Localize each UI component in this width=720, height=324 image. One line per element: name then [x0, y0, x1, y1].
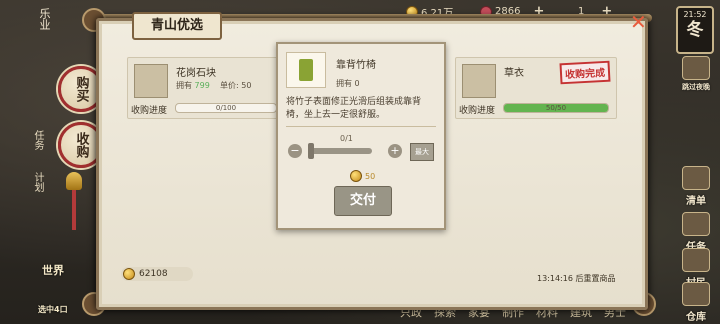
- bell-icon: [66, 172, 82, 190]
- nav-label: 清单: [686, 196, 706, 207]
- season-clock[interactable]: 21:52 冬: [676, 6, 714, 54]
- popup-item-name: 靠背竹椅: [336, 60, 376, 71]
- right-nav-item[interactable]: 仓库: [678, 282, 714, 323]
- plan-label[interactable]: 计划: [30, 172, 45, 192]
- grass-coat-icon: [462, 64, 496, 98]
- item-name: 草衣: [504, 68, 524, 79]
- left-sidebar: 乐业 购买 收购 任务 计划 世界 选中4口: [0, 0, 104, 324]
- completed-stamp: 收购完成: [559, 60, 611, 85]
- close-button[interactable]: ✕: [630, 10, 647, 34]
- coin-icon: [123, 268, 135, 280]
- quantity-label: 0/1: [340, 134, 353, 143]
- nav-icon: [682, 212, 710, 236]
- popup-owned: 拥有 0: [336, 79, 360, 88]
- coin-icon: [350, 170, 362, 182]
- progress-label: 收购进度: [131, 106, 168, 116]
- world-button[interactable]: 世界: [42, 262, 64, 278]
- right-nav-item[interactable]: 清单: [678, 166, 714, 207]
- nav-label: 仓库: [686, 312, 706, 323]
- granite-block-icon: [134, 64, 168, 98]
- item-meta: 拥有 799 单价: 50: [176, 81, 252, 90]
- nav-icon: [682, 282, 710, 306]
- bamboo-chair-icon: [299, 59, 313, 81]
- nav-icon: [682, 166, 710, 190]
- clock-time: 21:52: [683, 10, 707, 19]
- increase-button[interactable]: +: [388, 144, 402, 158]
- nav-icon: [682, 248, 710, 272]
- left-badge: 乐业: [38, 8, 51, 30]
- bottom-left-label[interactable]: 选中4口: [38, 304, 68, 315]
- right-nav-item[interactable]: 任务: [678, 212, 714, 253]
- popup-description: 将竹子表面修正光滑后组装成靠背椅，坐上去一定很舒服。: [286, 96, 436, 127]
- season-label: 冬: [686, 20, 704, 40]
- progress-text: 0/100: [215, 104, 237, 112]
- restock-timer: 13:14:16 后重置商品: [537, 274, 616, 283]
- progress-label: 收购进度: [459, 106, 496, 116]
- popup-price: 50: [350, 170, 375, 182]
- item-thumb: [286, 52, 326, 88]
- progress-bar: 50/50: [503, 103, 609, 113]
- coins-total: 62108: [121, 267, 193, 281]
- tassel-decoration: [72, 190, 76, 230]
- progress-text: 50/50: [545, 104, 567, 112]
- deliver-button[interactable]: 交付: [334, 186, 392, 216]
- quantity-slider[interactable]: [310, 148, 372, 154]
- decrease-button[interactable]: −: [288, 144, 302, 158]
- task-label[interactable]: 任务: [30, 130, 45, 150]
- max-button[interactable]: 最大: [410, 143, 434, 161]
- page-title: 青山优选: [132, 12, 222, 40]
- skip-night-button[interactable]: 跳过夜晚: [678, 56, 714, 92]
- item-detail-popup: 靠背竹椅 拥有 0 将竹子表面修正光滑后组装成靠背椅，坐上去一定很舒服。 0/1…: [276, 42, 446, 230]
- item-name: 花岗石块: [176, 68, 216, 79]
- progress-bar: 0/100: [175, 103, 277, 113]
- moon-icon: [682, 56, 710, 80]
- slider-handle[interactable]: [308, 143, 314, 159]
